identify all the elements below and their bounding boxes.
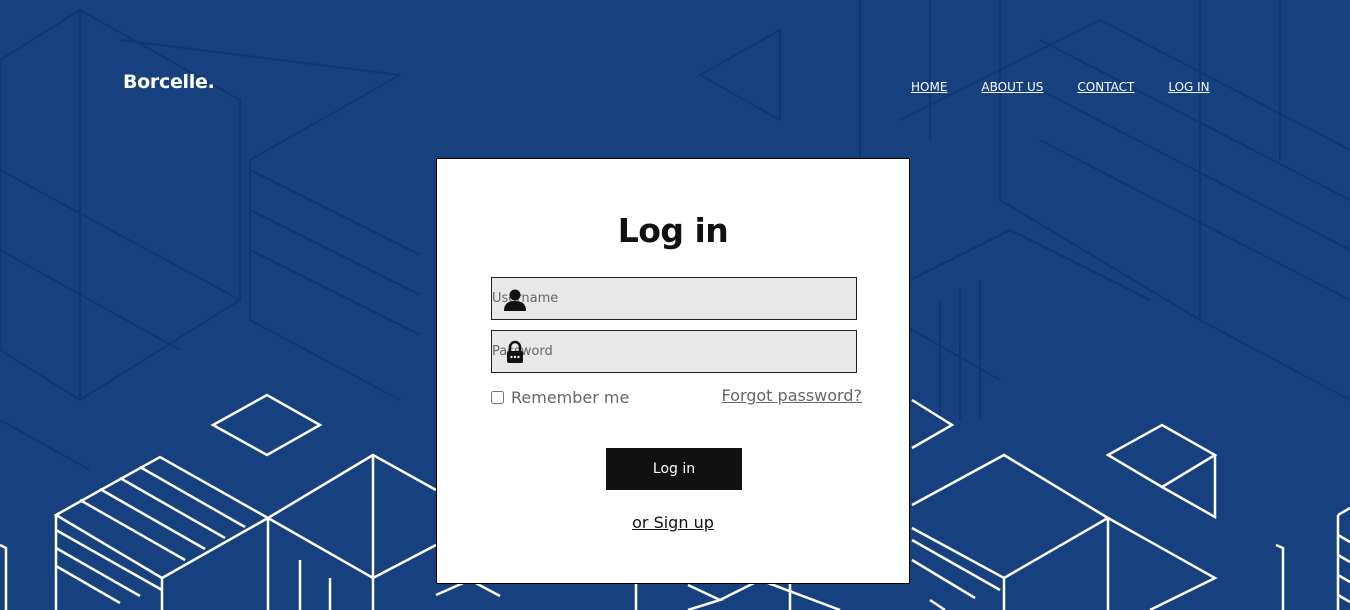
remember-me: Remember me	[491, 388, 629, 407]
username-field-container	[491, 277, 857, 320]
nav-about-link[interactable]: ABOUT US	[981, 80, 1043, 94]
user-icon	[504, 289, 526, 311]
brand-logo[interactable]: Borcelle.	[123, 71, 215, 93]
lock-icon	[507, 340, 523, 363]
login-title: Log in	[617, 211, 729, 250]
top-nav: HOME ABOUT US CONTACT LOG IN	[911, 80, 1244, 94]
signup-link[interactable]: or Sign up	[437, 513, 909, 532]
password-field-container	[491, 330, 857, 373]
username-input[interactable]	[492, 278, 856, 319]
remember-me-label: Remember me	[511, 388, 630, 407]
login-button[interactable]: Log in	[606, 448, 742, 490]
nav-contact-link[interactable]: CONTACT	[1077, 80, 1134, 94]
remember-me-checkbox[interactable]	[491, 391, 504, 404]
nav-login-link[interactable]: LOG IN	[1168, 80, 1209, 94]
password-input[interactable]	[492, 331, 856, 372]
forgot-password-link[interactable]: Forgot password?	[722, 386, 862, 405]
login-card: Log in Remember me Forgot password? Log …	[436, 158, 910, 584]
nav-home-link[interactable]: HOME	[911, 80, 947, 94]
